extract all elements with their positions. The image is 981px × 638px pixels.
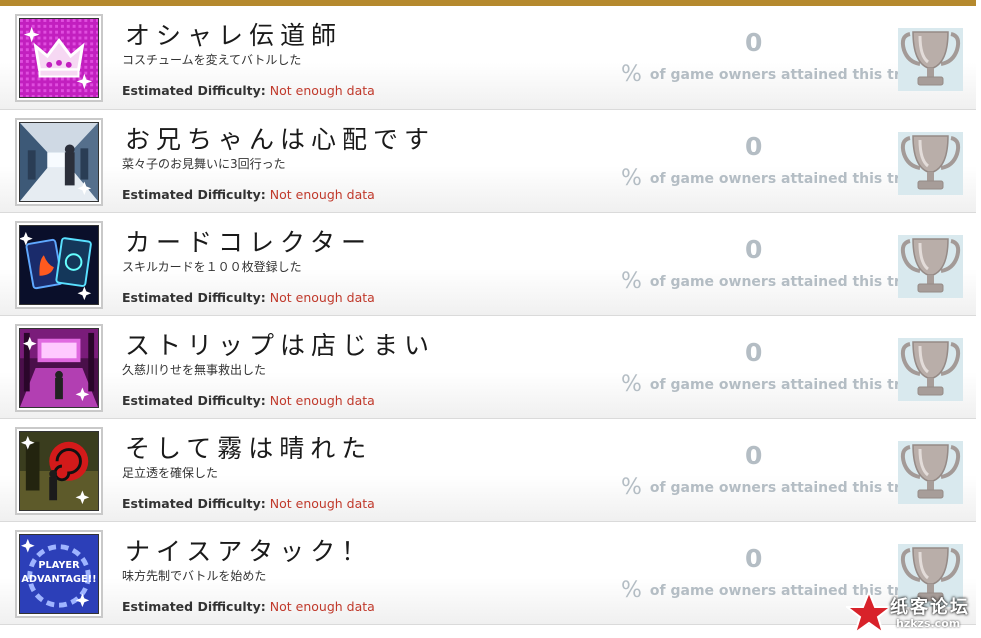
icon-text-player: PLAYER bbox=[38, 560, 80, 571]
trophy-row[interactable]: そして霧は晴れた 足立透を確保した Estimated Difficulty: … bbox=[0, 419, 976, 522]
attained-text: of game owners attained this trophy bbox=[649, 274, 940, 290]
watermark-url: hzkzs.com bbox=[896, 617, 961, 630]
difficulty-value: Not enough data bbox=[269, 290, 375, 305]
percent-symbol: % bbox=[621, 578, 642, 603]
watermark-text: 纸客论坛 bbox=[890, 597, 970, 618]
percent-line: % of game owners attained this trophy bbox=[621, 475, 939, 500]
player-advantage-icon: PLAYER ADVANTAGE!! bbox=[19, 534, 99, 614]
trophy-title[interactable]: ストリップは店じまい bbox=[125, 326, 435, 362]
attained-text: of game owners attained this trophy bbox=[649, 377, 940, 393]
trophy-thumbnail[interactable] bbox=[15, 324, 103, 412]
difficulty: Estimated Difficulty: Not enough data bbox=[122, 290, 375, 305]
difficulty-value: Not enough data bbox=[269, 496, 375, 511]
silver-trophy-icon bbox=[898, 338, 963, 401]
trophy-thumbnail[interactable] bbox=[15, 221, 103, 309]
site-watermark: 纸客论坛 hzkzs.com bbox=[846, 590, 980, 636]
difficulty: Estimated Difficulty: Not enough data bbox=[122, 599, 375, 614]
percent-symbol: % bbox=[621, 475, 642, 500]
trophy-description: 菜々子のお見舞いに3回行った bbox=[122, 157, 286, 171]
stage-icon bbox=[19, 328, 99, 408]
difficulty-label: Estimated Difficulty: bbox=[122, 83, 266, 98]
hospital-corridor-icon bbox=[19, 122, 99, 202]
red-spiral-icon bbox=[19, 431, 99, 511]
difficulty-label: Estimated Difficulty: bbox=[122, 187, 266, 202]
percent-line: % of game owners attained this trophy bbox=[621, 166, 939, 191]
skill-cards-icon bbox=[19, 225, 99, 305]
trophy-list: オシャレ伝道師 コスチュームを変えてバトルした Estimated Diffic… bbox=[0, 6, 976, 625]
trophy-row[interactable]: ストリップは店じまい 久慈川りせを無事救出した Estimated Diffic… bbox=[0, 316, 976, 419]
trophy-thumbnail[interactable]: PLAYER ADVANTAGE!! bbox=[15, 530, 103, 618]
trophy-description: 味方先制でバトルを始めた bbox=[122, 569, 267, 583]
percent-symbol: % bbox=[621, 269, 642, 294]
percent-line: % of game owners attained this trophy bbox=[621, 372, 939, 397]
percent-symbol: % bbox=[621, 166, 642, 191]
difficulty: Estimated Difficulty: Not enough data bbox=[122, 83, 375, 98]
percent-line: % of game owners attained this trophy bbox=[621, 62, 939, 87]
percent-value: 0 bbox=[745, 28, 763, 57]
silver-trophy-icon bbox=[898, 441, 963, 504]
difficulty-value: Not enough data bbox=[269, 599, 375, 614]
percent-value: 0 bbox=[745, 235, 763, 264]
percent-value: 0 bbox=[745, 338, 763, 367]
trophy-row[interactable]: カードコレクター スキルカードを１００枚登録した Estimated Diffi… bbox=[0, 213, 976, 316]
trophy-description: スキルカードを１００枚登録した bbox=[122, 260, 302, 274]
trophy-title[interactable]: ナイスアタック！ bbox=[125, 532, 372, 568]
difficulty-value: Not enough data bbox=[269, 83, 375, 98]
star-logo-icon bbox=[846, 590, 892, 636]
attained-text: of game owners attained this trophy bbox=[649, 480, 940, 496]
percent-symbol: % bbox=[621, 62, 642, 87]
difficulty-label: Estimated Difficulty: bbox=[122, 496, 266, 511]
difficulty: Estimated Difficulty: Not enough data bbox=[122, 187, 375, 202]
trophy-description: 足立透を確保した bbox=[122, 466, 219, 480]
trophy-description: コスチュームを変えてバトルした bbox=[122, 53, 302, 67]
silver-trophy-icon bbox=[898, 132, 963, 195]
trophy-title[interactable]: お兄ちゃんは心配です bbox=[125, 120, 435, 156]
attained-text: of game owners attained this trophy bbox=[649, 67, 940, 83]
trophy-description: 久慈川りせを無事救出した bbox=[122, 363, 267, 377]
icon-text-advantage: ADVANTAGE!! bbox=[21, 574, 96, 585]
trophy-row[interactable]: お兄ちゃんは心配です 菜々子のお見舞いに3回行った Estimated Diff… bbox=[0, 110, 976, 213]
difficulty-label: Estimated Difficulty: bbox=[122, 290, 266, 305]
difficulty-value: Not enough data bbox=[269, 393, 375, 408]
percent-value: 0 bbox=[745, 441, 763, 470]
difficulty: Estimated Difficulty: Not enough data bbox=[122, 393, 375, 408]
trophy-thumbnail[interactable] bbox=[15, 14, 103, 102]
trophy-thumbnail[interactable] bbox=[15, 427, 103, 515]
percent-value: 0 bbox=[745, 132, 763, 161]
silver-trophy-icon bbox=[898, 28, 963, 91]
percent-symbol: % bbox=[621, 372, 642, 397]
trophy-title[interactable]: カードコレクター bbox=[125, 223, 372, 259]
percent-value: 0 bbox=[745, 544, 763, 573]
trophy-row[interactable]: PLAYER ADVANTAGE!! ナイスアタック！ 味方先制でバトルを始めた… bbox=[0, 522, 976, 625]
trophy-row[interactable]: オシャレ伝道師 コスチュームを変えてバトルした Estimated Diffic… bbox=[0, 6, 976, 110]
attained-text: of game owners attained this trophy bbox=[649, 171, 940, 187]
trophy-thumbnail[interactable] bbox=[15, 118, 103, 206]
difficulty: Estimated Difficulty: Not enough data bbox=[122, 496, 375, 511]
trophy-title[interactable]: そして霧は晴れた bbox=[125, 429, 372, 465]
difficulty-label: Estimated Difficulty: bbox=[122, 599, 266, 614]
silver-trophy-icon bbox=[898, 235, 963, 298]
trophy-title[interactable]: オシャレ伝道師 bbox=[125, 16, 342, 52]
percent-line: % of game owners attained this trophy bbox=[621, 269, 939, 294]
crown-icon bbox=[19, 18, 99, 98]
difficulty-label: Estimated Difficulty: bbox=[122, 393, 266, 408]
difficulty-value: Not enough data bbox=[269, 187, 375, 202]
